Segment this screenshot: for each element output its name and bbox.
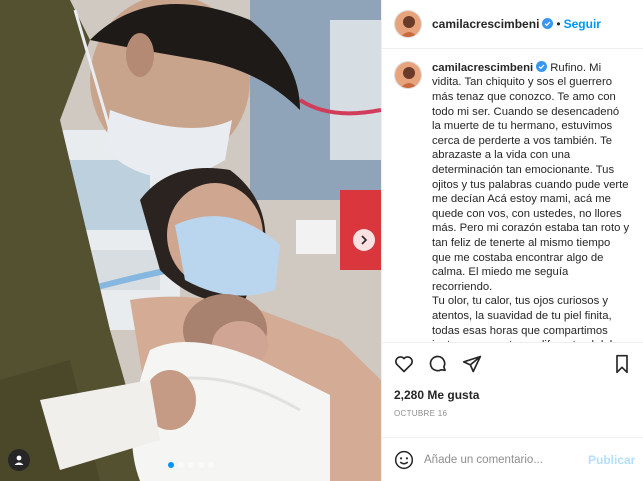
comment-icon[interactable] <box>428 354 448 374</box>
carousel-dot <box>197 462 204 468</box>
action-bar <box>382 342 643 385</box>
carousel-dot <box>207 462 214 468</box>
post-author-username[interactable]: camilacrescimbeni <box>432 17 539 31</box>
verified-badge-icon <box>536 60 548 72</box>
bookmark-icon[interactable] <box>613 354 631 374</box>
likes-count[interactable]: 2,280 Me gusta <box>382 385 643 405</box>
post-header: camilacrescimbeni • Seguir <box>382 0 643 49</box>
caption-username[interactable]: camilacrescimbeni <box>432 62 533 74</box>
post-photo[interactable] <box>0 0 381 481</box>
heart-icon[interactable] <box>394 354 414 374</box>
chevron-right-icon <box>359 235 369 245</box>
instagram-post: camilacrescimbeni • Seguir camilacrescim… <box>0 0 643 481</box>
avatar[interactable] <box>394 9 422 38</box>
paper-plane-icon[interactable] <box>462 354 482 374</box>
carousel-dot <box>167 462 174 468</box>
comment-input[interactable] <box>424 453 578 466</box>
caption-avatar[interactable] <box>394 60 422 89</box>
publish-button[interactable]: Publicar <box>588 453 635 467</box>
carousel-indicator <box>0 462 381 468</box>
verified-badge-icon <box>542 18 554 30</box>
header-separator: • <box>556 16 561 31</box>
post-date[interactable]: OCTUBRE 16 <box>382 405 643 423</box>
add-comment-bar: Publicar <box>382 437 643 481</box>
carousel-dot <box>187 462 194 468</box>
caption-text: camilacrescimbeni Rufino. Mi vidita. Tan… <box>432 60 631 342</box>
carousel-next-button[interactable] <box>353 229 375 251</box>
caption-section: camilacrescimbeni Rufino. Mi vidita. Tan… <box>382 49 643 342</box>
emoji-icon[interactable] <box>394 450 414 470</box>
post-side-panel: camilacrescimbeni • Seguir camilacrescim… <box>381 0 643 481</box>
follow-button[interactable]: Seguir <box>564 17 601 31</box>
hospital-photo-illustration <box>0 0 381 481</box>
caption-content: Rufino. Mi vidita. Tan chiquito y sos el… <box>432 61 630 342</box>
carousel-dot <box>177 462 184 468</box>
